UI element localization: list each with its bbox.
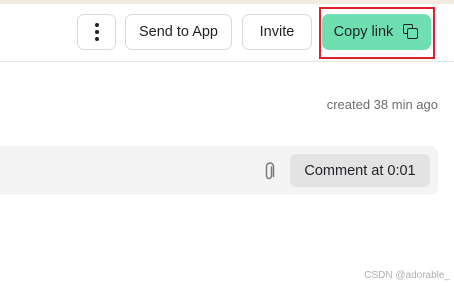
header-divider [0,61,454,62]
comment-at-time-button[interactable]: Comment at 0:01 [290,154,430,187]
kebab-vertical-icon [94,23,99,41]
copy-link-label: Copy link [333,24,394,40]
created-timestamp: created 38 min ago [326,97,438,112]
send-to-app-label: Send to App [138,24,218,40]
top-strip [0,0,454,4]
invite-button[interactable]: Invite [242,14,312,50]
comment-button-label: Comment at 0:01 [304,162,416,179]
comment-bar[interactable]: Comment at 0:01 [0,146,438,195]
copy-icon [403,24,419,40]
send-to-app-button[interactable]: Send to App [125,14,232,50]
watermark: CSDN @adorable_ [364,270,450,281]
paperclip-icon[interactable] [262,162,276,182]
copy-link-button[interactable]: Copy link [322,14,431,50]
invite-label: Invite [259,24,295,40]
more-options-button[interactable] [77,14,116,50]
